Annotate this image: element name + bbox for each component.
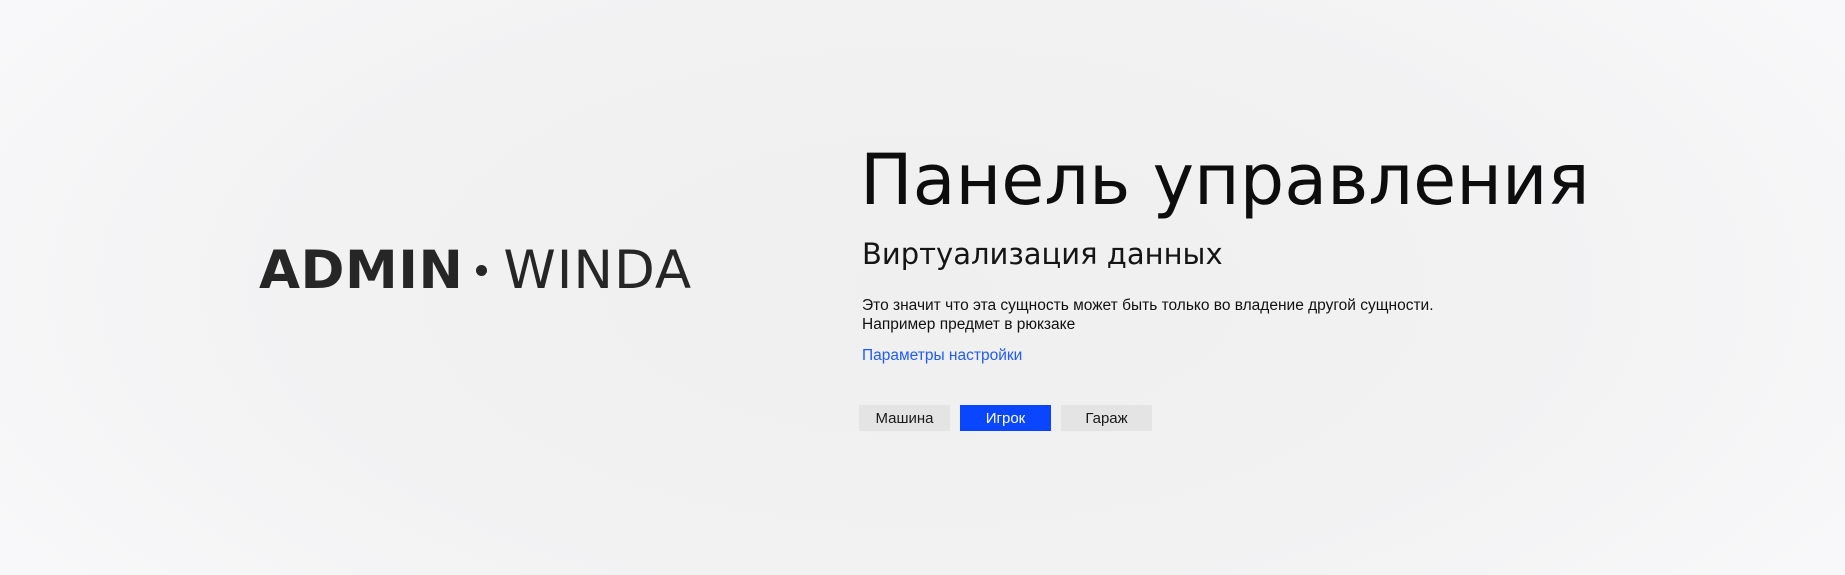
tab-player[interactable]: Игрок: [960, 405, 1051, 431]
logo-secondary-text: WINDA: [503, 240, 693, 301]
description-line: Например предмет в рюкзаке: [862, 316, 1076, 333]
settings-link[interactable]: Параметры настройки: [862, 346, 1022, 365]
page-title: Панель управления: [860, 139, 1590, 221]
tab-garage[interactable]: Гараж: [1061, 405, 1152, 431]
page-subtitle: Виртуализация данных: [862, 237, 1223, 271]
entity-tabs: Машина Игрок Гараж: [859, 405, 1622, 431]
description-text: Это значит что эта сущность может быть т…: [862, 296, 1622, 334]
tab-car[interactable]: Машина: [859, 405, 950, 431]
brand-logo: ADMIN WINDA: [259, 244, 692, 297]
logo-dot-separator: [476, 265, 488, 276]
description-line: Это значит что эта сущность может быть т…: [862, 297, 1434, 314]
main-content: Панель управления Виртуализация данных Э…: [859, 138, 1622, 431]
logo-primary-text: ADMIN: [259, 240, 464, 301]
